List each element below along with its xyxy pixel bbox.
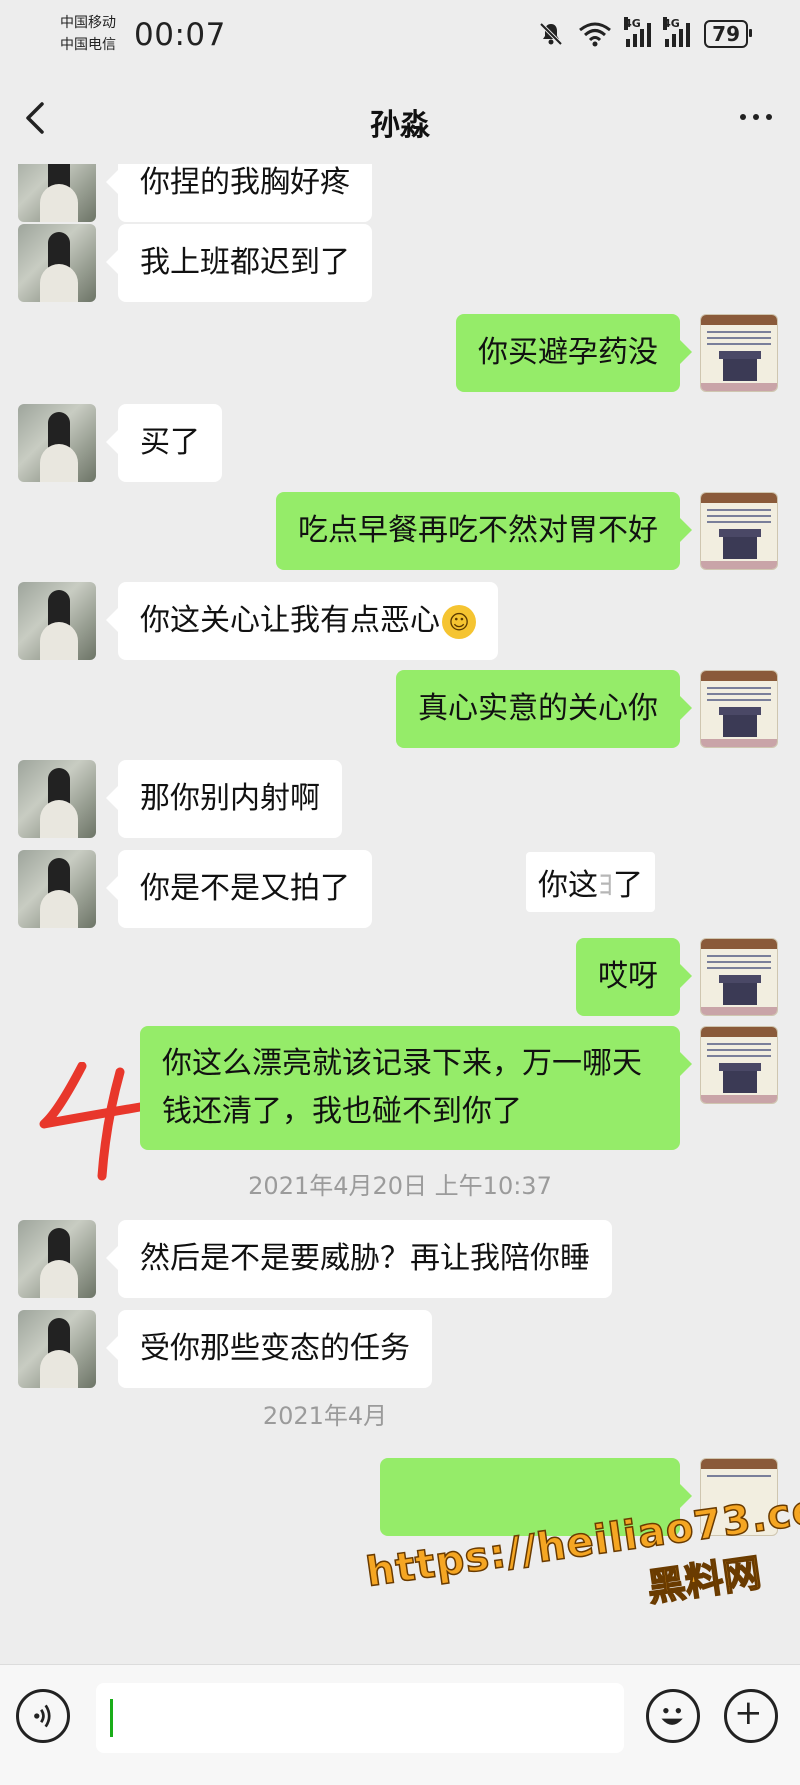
message-input[interactable] — [96, 1683, 624, 1753]
network-label-1: 4G — [624, 17, 641, 30]
outgoing-message[interactable]: 真心实意的关心你 — [396, 670, 692, 748]
voice-icon[interactable] — [16, 1689, 70, 1743]
incoming-message[interactable]: 你这关心让我有点恶心 ☺ — [106, 582, 498, 660]
contact-avatar[interactable] — [18, 850, 96, 928]
wifi-icon — [579, 22, 612, 47]
contact-avatar[interactable] — [18, 404, 96, 482]
chat-header: 孙淼 — [0, 78, 800, 164]
incoming-message[interactable]: 买了 — [106, 404, 222, 482]
incoming-message[interactable]: 你是不是又拍了 — [106, 850, 372, 928]
outgoing-message[interactable]: 哎呀 — [576, 938, 692, 1016]
battery-level: 79 — [712, 22, 740, 46]
incoming-message[interactable]: 我上班都迟到了 — [106, 224, 372, 302]
carrier-2: 中国电信 — [60, 37, 116, 53]
overlay-text-2: 了 — [613, 868, 643, 903]
status-icons: 4G 4G 79 — [538, 17, 752, 48]
input-bar — [0, 1664, 800, 1785]
smile-emoji-icon: ☺ — [442, 604, 476, 639]
incoming-message[interactable]: 然后是不是要威胁？再让我陪你睡 — [106, 1220, 612, 1298]
carrier-1: 中国移动 — [60, 15, 116, 31]
message-list[interactable]: 你捏的我胸好疼 我上班都迟到了 你买避孕药没 买了 吃点早餐再吃不然对胃不好 你… — [0, 164, 800, 1664]
contact-avatar[interactable] — [18, 1220, 96, 1298]
my-avatar[interactable] — [700, 938, 778, 1016]
signal-icon: 4G — [624, 17, 652, 47]
chat-title: 孙淼 — [370, 108, 430, 143]
outgoing-message[interactable]: 你这么漂亮就该记录下来，万一哪天钱还清了，我也碰不到你了 — [140, 1026, 692, 1150]
network-label-2: 4G — [663, 17, 680, 30]
my-avatar[interactable] — [700, 670, 778, 748]
contact-avatar[interactable] — [18, 1310, 96, 1388]
timestamp: 2021年4月 — [262, 1402, 388, 1430]
incoming-message[interactable]: 你捏的我胸好疼 — [106, 164, 372, 222]
handwritten-4-mark — [39, 1062, 151, 1181]
more-icon[interactable] — [740, 114, 772, 120]
outgoing-message[interactable]: 吃点早餐再吃不然对胃不好 — [276, 492, 692, 570]
my-avatar[interactable] — [700, 492, 778, 570]
emoji-icon[interactable] — [646, 1689, 700, 1743]
incoming-message[interactable]: 受你那些变态的任务 — [106, 1310, 432, 1388]
timestamp: 2021年4月20日 上午10:37 — [248, 1172, 552, 1200]
my-avatar[interactable] — [700, 1026, 778, 1104]
overlay-fragment: 你这ﾖ了 — [526, 852, 655, 912]
carrier-labels: 中国移动 中国电信 — [60, 12, 116, 56]
status-time: 00:07 — [134, 17, 226, 53]
outgoing-message[interactable]: 你买避孕药没 — [456, 314, 692, 392]
status-bar: 中国移动 中国电信 00:07 4G 4G 79 — [0, 0, 800, 78]
text-caret — [110, 1699, 113, 1737]
overlay-text: 你这 — [538, 868, 598, 903]
contact-avatar[interactable] — [18, 224, 96, 302]
contact-avatar[interactable] — [18, 164, 96, 222]
battery-icon: 79 — [704, 20, 752, 48]
plus-icon[interactable] — [724, 1689, 778, 1743]
contact-avatar[interactable] — [18, 760, 96, 838]
my-avatar[interactable] — [700, 314, 778, 392]
incoming-message[interactable]: 那你别内射啊 — [106, 760, 342, 838]
mute-icon — [539, 22, 563, 46]
signal-icon-2: 4G — [663, 17, 691, 47]
contact-avatar[interactable] — [18, 582, 96, 660]
message-text: 你这关心让我有点恶心 — [140, 603, 440, 638]
